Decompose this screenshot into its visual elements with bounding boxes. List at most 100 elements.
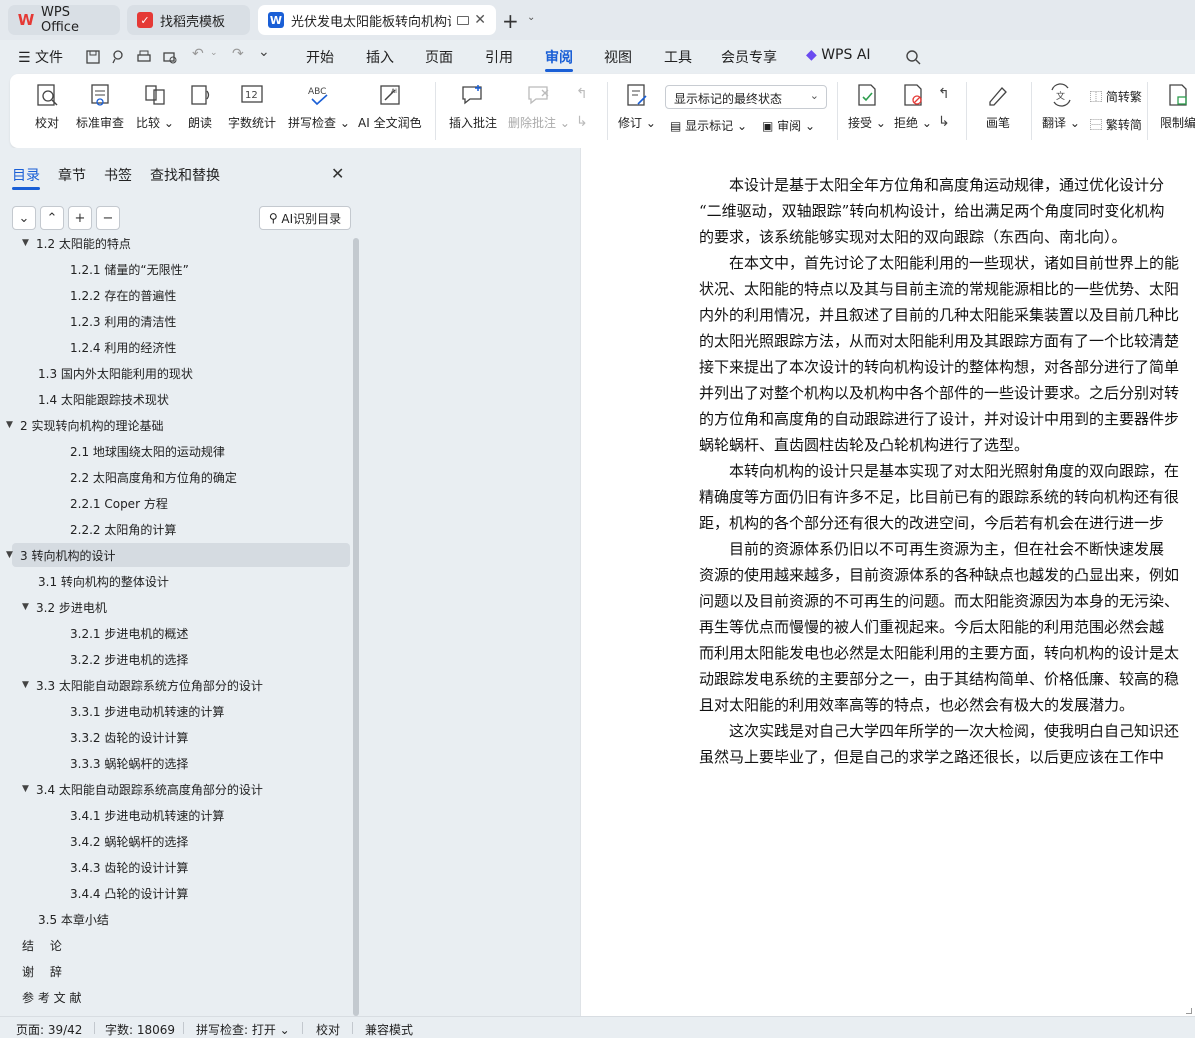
ai-detect-toc-button[interactable]: ⚲ AI识别目录 <box>259 206 351 230</box>
menu-insert[interactable]: 插入 <box>366 47 394 67</box>
collapse-all-button[interactable]: ⌃ <box>40 206 64 230</box>
markup-mode-select[interactable]: 显示标记的最终状态 ⌄ <box>665 85 827 109</box>
tab-template[interactable]: ✓ 找稻壳模板 <box>127 5 250 35</box>
tab-document[interactable]: W 光伏发电太阳能板转向机构设 ✕ <box>258 5 496 35</box>
toc-item[interactable]: 3.3.2 齿轮的设计计算 <box>70 724 188 750</box>
next-change-icon[interactable]: ↳ <box>938 114 950 130</box>
new-tab-button[interactable]: + <box>502 9 519 33</box>
restrict-edit-button[interactable]: 限制编 <box>1160 82 1195 131</box>
toc-item[interactable]: 3.4.3 齿轮的设计计算 <box>70 854 188 880</box>
toc-item[interactable]: ▼ 3.2 步进电机 <box>22 594 107 620</box>
spell-check-button[interactable]: ABC 拼写检查 ⌄ <box>288 82 350 131</box>
standard-review-button[interactable]: 标准审查 <box>76 82 124 131</box>
tab-sections[interactable]: 章节 <box>58 165 86 185</box>
remove-heading-button[interactable]: − <box>96 206 120 230</box>
status-page[interactable]: 页面: 39/42 <box>16 1021 82 1038</box>
toc-item[interactable]: 1.3 国内外太阳能利用的现状 <box>38 360 193 386</box>
print-preview-icon[interactable] <box>162 49 178 65</box>
toc-item[interactable]: 2.1 地球围绕太阳的运动规律 <box>70 438 225 464</box>
toc-item[interactable]: 3.2.1 步进电机的概述 <box>70 620 188 646</box>
menu-file[interactable]: ☰ 文件 <box>18 47 63 67</box>
toc-item[interactable]: ▼ 3 转向机构的设计 <box>6 542 115 568</box>
toc-item[interactable]: 3.3.1 步进电动机转速的计算 <box>70 698 224 724</box>
paragraph[interactable]: 本转向机构的设计只是基本实现了对太阳光照射角度的双向跟踪，在 精确度等方面仍旧有许… <box>699 458 1195 536</box>
toc-item[interactable]: 1.2.4 利用的经济性 <box>70 334 176 360</box>
toc-item[interactable]: 1.2.2 存在的普遍性 <box>70 282 176 308</box>
toc-item[interactable]: 1.2.3 利用的清洁性 <box>70 308 176 334</box>
toc-item[interactable]: 3.5 本章小结 <box>38 906 109 932</box>
paragraph[interactable]: 目前的资源体系仍旧以不可再生资源为主，但在社会不断快速发展 资源的使用越来越多，目… <box>699 536 1195 718</box>
reject-button[interactable]: 拒绝 ⌄ <box>894 82 932 131</box>
previous-comment-icon[interactable]: ↰ <box>576 86 588 102</box>
word-count-button[interactable]: 12 字数统计 <box>228 82 276 131</box>
status-proofread[interactable]: 校对 <box>316 1021 340 1038</box>
expand-triangle-icon[interactable]: ▼ <box>6 420 20 430</box>
tab-toc[interactable]: 目录 <box>12 165 40 185</box>
next-comment-icon[interactable]: ↳ <box>576 114 588 130</box>
search-icon[interactable] <box>905 49 921 65</box>
review-pane-button[interactable]: ▣ 审阅 ⌄ <box>762 117 815 134</box>
menu-page[interactable]: 页面 <box>425 47 453 67</box>
save-icon[interactable] <box>85 49 101 65</box>
tab-bookmarks[interactable]: 书签 <box>104 165 132 185</box>
print-icon[interactable] <box>136 49 152 65</box>
chevron-down-icon[interactable]: ⌄ <box>210 48 218 58</box>
redo-icon[interactable]: ↷ <box>232 46 244 62</box>
undo-icon[interactable]: ↶ <box>192 46 204 62</box>
paragraph[interactable]: 这次实践是对自己大学四年所学的一次大检阅，使我明白自己知识还 虽然马上要毕业了，但… <box>699 718 1195 770</box>
toc-item[interactable]: 3.4.1 步进电动机转速的计算 <box>70 802 224 828</box>
proofread-button[interactable]: 校对 <box>34 82 60 131</box>
toc-item[interactable]: 3.4.2 蜗轮蜗杆的选择 <box>70 828 188 854</box>
ai-polish-button[interactable]: AI AI 全文润色 <box>358 82 422 131</box>
close-tab-icon[interactable]: ✕ <box>474 12 486 28</box>
paragraph[interactable]: 在本文中，首先讨论了太阳能利用的一些现状，诸如目前世界上的能 状况、太阳能的特点以… <box>699 250 1195 458</box>
status-word-count[interactable]: 字数: 18069 <box>105 1021 175 1038</box>
menu-wps-ai[interactable]: ◆ WPS AI <box>806 47 871 63</box>
previous-change-icon[interactable]: ↰ <box>938 86 950 102</box>
track-changes-button[interactable]: 修订 ⌄ <box>618 82 656 131</box>
pen-button[interactable]: 画笔 <box>985 82 1011 131</box>
close-pane-icon[interactable]: ✕ <box>331 164 344 183</box>
more-chevron-icon[interactable]: ⌄ <box>258 44 270 60</box>
output-pdf-icon[interactable] <box>110 49 126 65</box>
tab-find-replace[interactable]: 查找和替换 <box>150 165 220 185</box>
read-aloud-button[interactable]: 朗读 <box>187 82 213 131</box>
toc-item[interactable]: ▼ 1.2 太阳能的特点 <box>22 238 131 256</box>
expand-triangle-icon[interactable]: ▼ <box>22 784 36 794</box>
status-spell-check[interactable]: 拼写检查: 打开 ⌄ <box>196 1021 290 1038</box>
toc-item[interactable]: 2.2.2 太阳角的计算 <box>70 516 176 542</box>
chevron-down-icon[interactable]: ⌄ <box>527 12 535 23</box>
tab-wps-office[interactable]: W WPS Office <box>8 5 120 35</box>
toc-item[interactable]: 2.2.1 Coper 方程 <box>70 490 168 516</box>
document-page[interactable]: 本设计是基于太阳全年方位角和高度角运动规律，通过优化设计分 “二维驱动，双轴跟踪”… <box>580 148 1195 1016</box>
menu-start[interactable]: 开始 <box>306 47 334 67</box>
toc-item[interactable]: ▼ 3.3 太阳能自动跟踪系统方位角部分的设计 <box>22 672 263 698</box>
menu-references[interactable]: 引用 <box>485 47 513 67</box>
compare-button[interactable]: 比较 ⌄ <box>136 82 174 131</box>
toc-item[interactable]: 3.3.3 蜗轮蜗杆的选择 <box>70 750 188 776</box>
toc-item[interactable]: ▼ 3.4 太阳能自动跟踪系统高度角部分的设计 <box>22 776 263 802</box>
to-traditional-button[interactable]: ⿰ 简转繁 <box>1090 88 1142 105</box>
accept-button[interactable]: 接受 ⌄ <box>848 82 886 131</box>
delete-comment-button[interactable]: 删除批注 ⌄ <box>508 82 570 131</box>
toc-item[interactable]: 3.4.4 凸轮的设计计算 <box>70 880 188 906</box>
toc-item[interactable]: 1.2.1 储量的“无限性” <box>70 256 189 282</box>
to-simplified-button[interactable]: ⿱ 繁转简 <box>1090 116 1142 133</box>
add-heading-button[interactable]: + <box>68 206 92 230</box>
menu-tools[interactable]: 工具 <box>664 47 692 67</box>
menu-view[interactable]: 视图 <box>604 47 632 67</box>
menu-review[interactable]: 审阅 <box>545 47 573 67</box>
toc-item[interactable]: 2.2 太阳高度角和方位角的确定 <box>70 464 237 490</box>
expand-triangle-icon[interactable]: ▼ <box>6 550 20 560</box>
toc-item[interactable]: 结 论 <box>22 932 62 958</box>
toc-item[interactable]: 谢 辞 <box>22 958 62 984</box>
toc-item[interactable]: 1.4 太阳能跟踪技术现状 <box>38 386 169 412</box>
scrollbar-thumb[interactable] <box>353 238 359 1016</box>
toc-item[interactable]: ▼ 2 实现转向机构的理论基础 <box>6 412 163 438</box>
toc-scrollbar[interactable] <box>353 238 359 1016</box>
expand-triangle-icon[interactable]: ▼ <box>22 680 36 690</box>
expand-all-button[interactable]: ⌄ <box>12 206 36 230</box>
insert-comment-button[interactable]: 插入批注 <box>449 82 497 131</box>
paragraph[interactable]: 本设计是基于太阳全年方位角和高度角运动规律，通过优化设计分 “二维驱动，双轴跟踪”… <box>699 172 1195 250</box>
show-markup-button[interactable]: ▤ 显示标记 ⌄ <box>670 117 747 134</box>
